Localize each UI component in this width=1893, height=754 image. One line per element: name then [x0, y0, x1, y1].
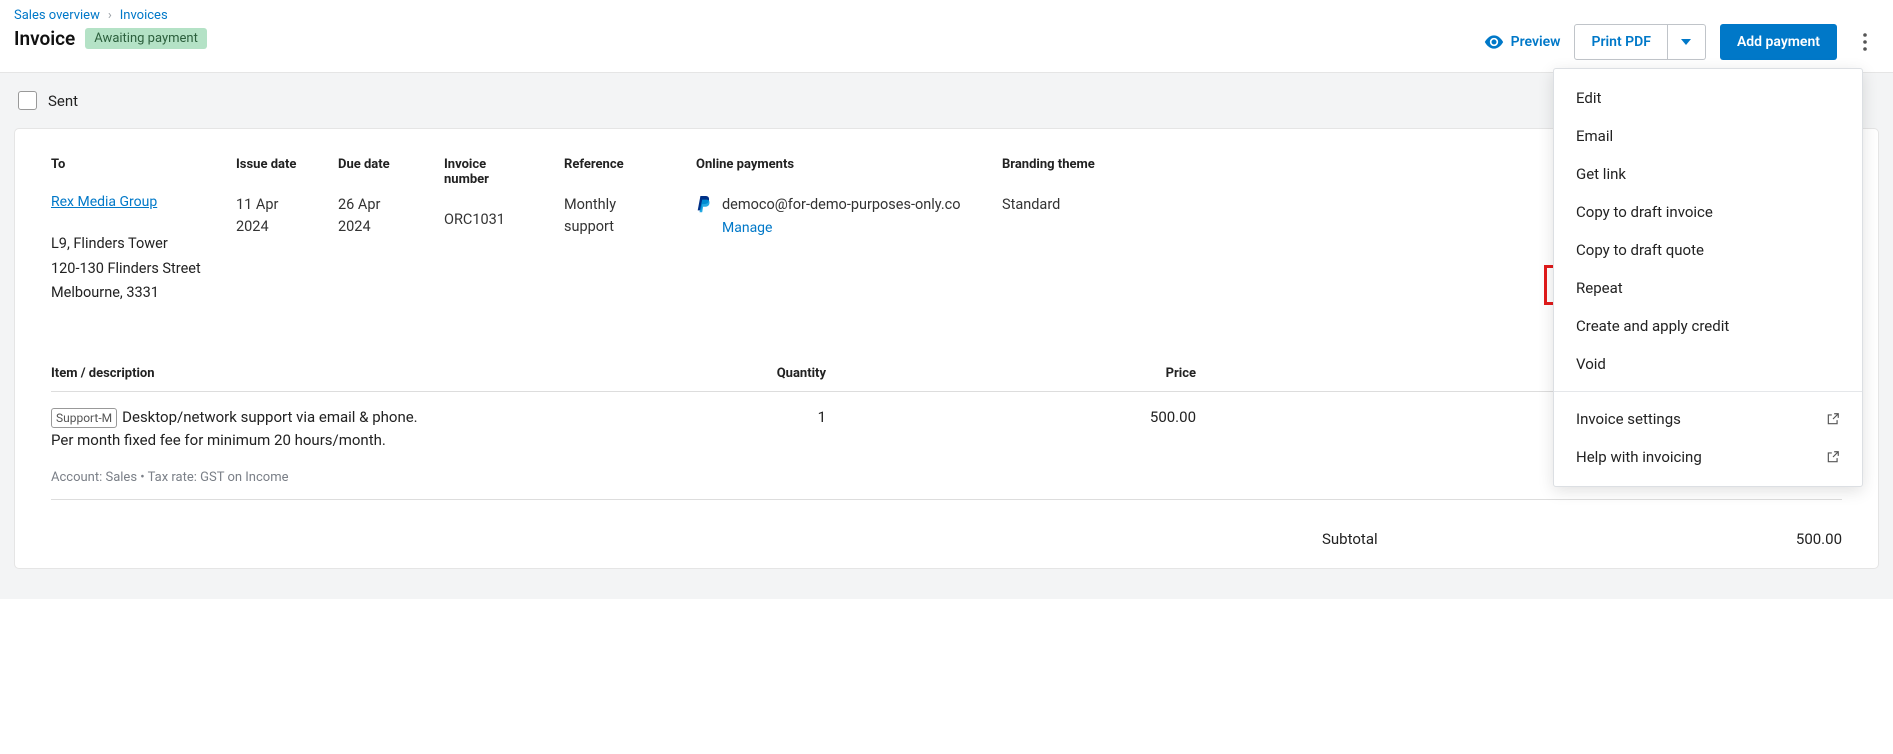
item-qty: 1	[726, 406, 976, 453]
menu-copy-draft-invoice[interactable]: Copy to draft invoice	[1554, 193, 1862, 231]
print-pdf-button[interactable]: Print PDF	[1574, 24, 1667, 60]
menu-invoice-settings[interactable]: Invoice settings	[1554, 400, 1862, 438]
sent-checkbox[interactable]	[18, 91, 37, 110]
subtotal-value: 500.00	[1796, 530, 1842, 548]
menu-edit[interactable]: Edit	[1554, 79, 1862, 117]
address-line-1: L9, Flinders Tower	[51, 232, 206, 257]
external-link-icon	[1826, 450, 1840, 464]
page-title: Invoice	[14, 27, 75, 50]
more-actions-menu: Edit Email Get link Copy to draft invoic…	[1553, 68, 1863, 487]
breadcrumb: Sales overview › Invoices	[14, 8, 207, 23]
menu-create-apply-credit[interactable]: Create and apply credit	[1554, 307, 1862, 345]
subtotal-label: Subtotal	[1322, 530, 1378, 548]
menu-void[interactable]: Void	[1554, 345, 1862, 383]
label-online-payments: Online payments	[696, 157, 972, 172]
preview-label: Preview	[1511, 34, 1561, 50]
value-online-email: democo@for-demo-purposes-only.co	[722, 194, 961, 216]
value-invoice-number: ORC1031	[444, 209, 534, 231]
header-price: Price	[976, 366, 1226, 381]
status-badge: Awaiting payment	[85, 28, 207, 49]
label-branding-theme: Branding theme	[1002, 157, 1132, 172]
top-actions: Preview Print PDF Add payment	[1484, 8, 1879, 60]
item-desc-line-2: Per month fixed fee for minimum 20 hours…	[51, 429, 726, 452]
menu-help-invoicing[interactable]: Help with invoicing	[1554, 438, 1862, 476]
label-to: To	[51, 157, 206, 172]
breadcrumb-invoices[interactable]: Invoices	[120, 8, 168, 23]
menu-email[interactable]: Email	[1554, 117, 1862, 155]
value-issue-date: 11 Apr 2024	[236, 194, 308, 238]
print-pdf-dropdown[interactable]	[1668, 24, 1706, 60]
sent-label: Sent	[48, 92, 78, 110]
paypal-icon	[696, 196, 712, 214]
item-price: 500.00	[976, 406, 1226, 453]
label-invoice-number: Invoice number	[444, 157, 534, 187]
value-due-date: 26 Apr 2024	[338, 194, 414, 238]
caret-down-icon	[1681, 39, 1691, 45]
menu-separator	[1554, 391, 1862, 392]
address-line-3: Melbourne, 3331	[51, 281, 206, 306]
page-header: Sales overview › Invoices Invoice Awaiti…	[0, 0, 1893, 73]
more-actions-button[interactable]	[1851, 24, 1879, 60]
eye-icon	[1484, 35, 1504, 49]
label-due-date: Due date	[338, 157, 414, 172]
label-issue-date: Issue date	[236, 157, 308, 172]
value-reference: Monthly support	[564, 194, 666, 238]
menu-repeat[interactable]: Repeat	[1554, 269, 1862, 307]
contact-link[interactable]: Rex Media Group	[51, 194, 157, 210]
header-qty: Quantity	[726, 366, 976, 381]
chevron-right-icon: ›	[108, 8, 112, 23]
add-payment-button[interactable]: Add payment	[1720, 24, 1837, 60]
kebab-icon	[1863, 33, 1867, 51]
menu-get-link[interactable]: Get link	[1554, 155, 1862, 193]
menu-copy-draft-quote[interactable]: Copy to draft quote	[1554, 231, 1862, 269]
summary: Subtotal 500.00	[51, 530, 1842, 548]
breadcrumb-sales-overview[interactable]: Sales overview	[14, 8, 100, 23]
external-link-icon	[1826, 412, 1840, 426]
preview-link[interactable]: Preview	[1484, 34, 1561, 50]
value-branding-theme: Standard	[1002, 194, 1132, 216]
item-tag: Support-M	[51, 408, 117, 429]
item-desc-line-1: Desktop/network support via email & phon…	[122, 408, 418, 426]
header-desc: Item / description	[51, 366, 726, 381]
address-line-2: 120-130 Flinders Street	[51, 257, 206, 282]
manage-link[interactable]: Manage	[722, 220, 772, 236]
label-reference: Reference	[564, 157, 666, 172]
